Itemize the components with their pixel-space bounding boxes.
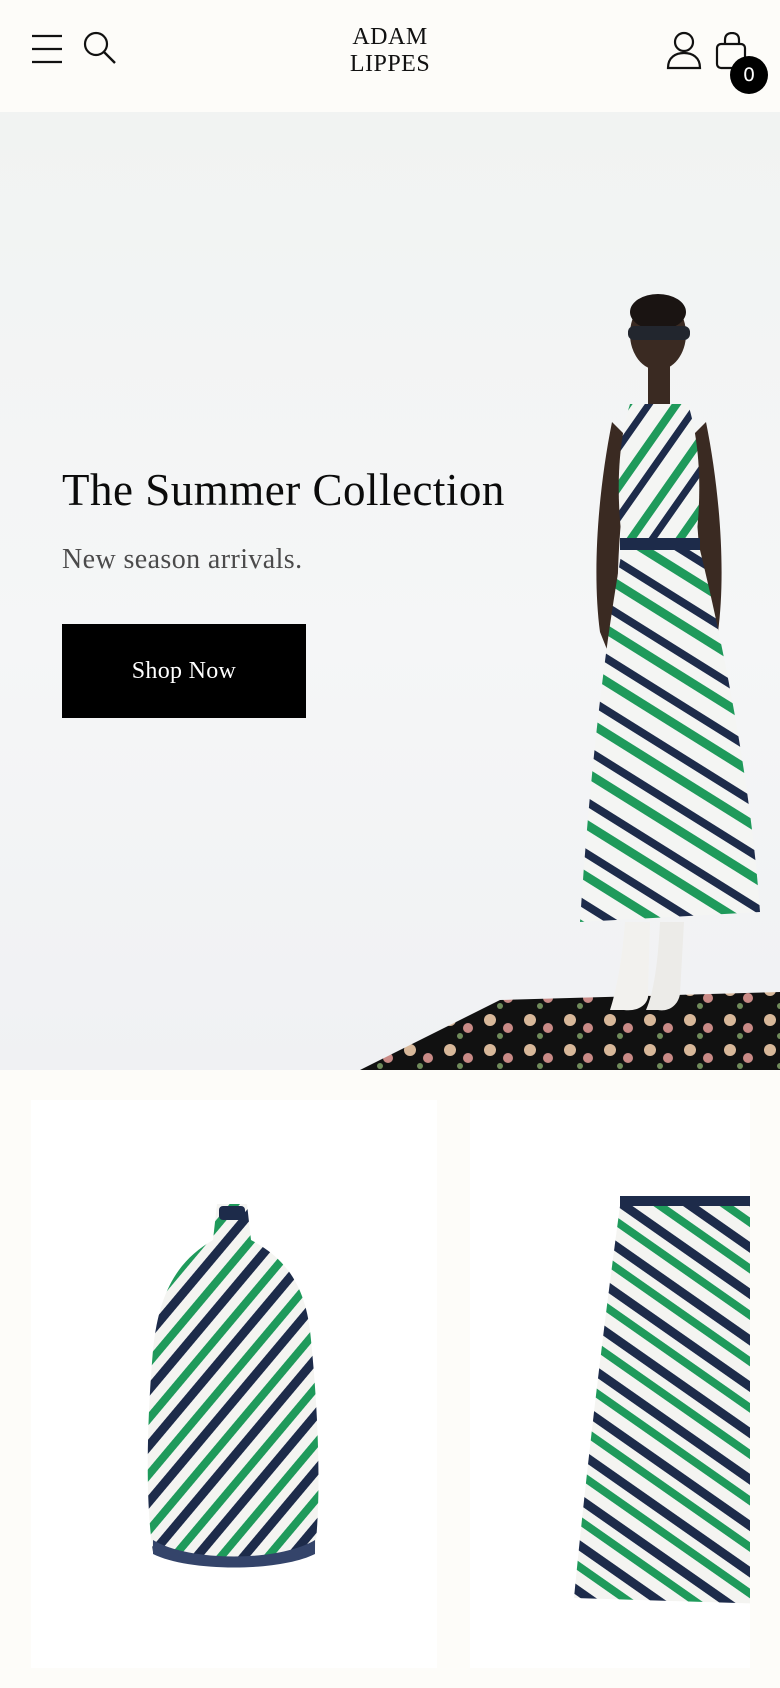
search-icon [83,31,116,64]
brand-logo-line2: LIPPES [349,51,431,77]
menu-button[interactable] [30,30,64,66]
striped-halter-top-image [147,1204,319,1568]
cart-count-badge: 0 [730,56,768,94]
brand-logo[interactable]: ADAM LIPPES [330,24,450,78]
product-card-halter-top[interactable] [31,1100,437,1668]
account-button[interactable] [664,30,704,72]
striped-maxi-skirt-image [574,1196,750,1604]
site-header: ADAM LIPPES 0 [0,0,780,112]
shop-now-button[interactable]: Shop Now [62,624,306,718]
cart-button[interactable]: 0 [710,30,770,96]
brand-logo-line1: ADAM [352,24,428,50]
product-card-maxi-skirt[interactable] [470,1100,750,1668]
hero-title: The Summer Collection [62,465,505,515]
menu-icon [32,34,62,64]
hero-banner: The Summer Collection New season arrival… [0,112,780,1070]
hero-subtitle: New season arrivals. [62,544,303,575]
search-button[interactable] [82,30,118,66]
user-icon [666,31,702,70]
model-photo [580,294,760,1011]
product-carousel [0,1070,780,1688]
